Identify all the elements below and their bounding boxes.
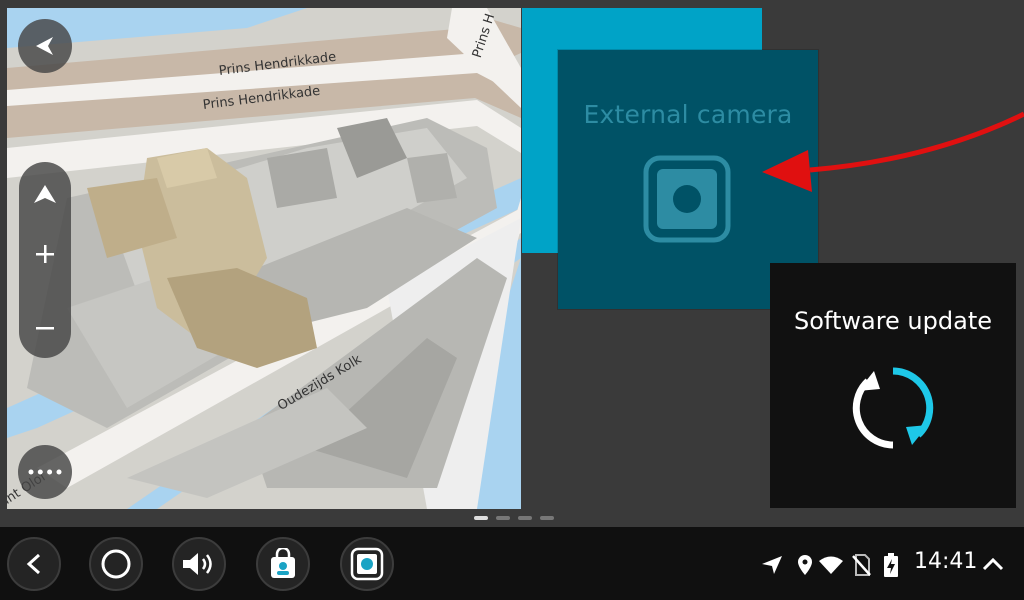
battery-charging-icon [884, 553, 898, 577]
chevron-up-icon[interactable] [982, 557, 1004, 571]
location-arrow-icon [762, 556, 782, 574]
camera-app-button[interactable] [340, 537, 394, 591]
software-update-tile[interactable]: Software update [770, 263, 1016, 508]
page-dot-active [474, 516, 488, 520]
map-pin-icon [798, 555, 812, 575]
plus-icon [36, 245, 54, 263]
wifi-icon [819, 556, 843, 574]
volume-button[interactable] [172, 537, 226, 591]
home-screen: Prins Hendrikkade Prins Hendrikkade Prin… [0, 0, 1024, 527]
home-button[interactable] [89, 537, 143, 591]
status-clock: 14:41 [914, 549, 978, 574]
zoom-out-button[interactable] [19, 302, 71, 354]
annotation-arrow [762, 111, 1024, 192]
page-dot [540, 516, 554, 520]
device-screen: Prins Hendrikkade Prins Hendrikkade Prin… [0, 0, 1024, 600]
zoom-controls [19, 162, 71, 358]
camera-icon [643, 155, 731, 243]
no-sim-icon [852, 554, 871, 576]
system-navbar: 14:41 [0, 527, 1024, 600]
zoom-in-button[interactable] [19, 228, 71, 280]
volume-icon [183, 553, 212, 575]
compass-button[interactable] [19, 168, 71, 220]
map-view[interactable]: Prins Hendrikkade Prins Hendrikkade Prin… [7, 8, 521, 509]
home-icon [101, 549, 131, 579]
camera-app-icon [350, 547, 384, 581]
store-icon [271, 548, 295, 578]
store-button[interactable] [256, 537, 310, 591]
navigate-arrow-icon [36, 37, 53, 55]
more-dots-icon [28, 469, 62, 475]
page-dot [518, 516, 532, 520]
map-back-button[interactable] [18, 19, 72, 73]
back-icon [26, 553, 41, 575]
tile-title: Software update [794, 307, 992, 335]
page-dot [496, 516, 510, 520]
map-more-button[interactable] [18, 445, 72, 499]
back-button[interactable] [7, 537, 61, 591]
map-3d-render [7, 8, 521, 509]
compass-north-icon [34, 185, 56, 203]
sync-icon [852, 367, 934, 449]
minus-icon [36, 327, 54, 330]
